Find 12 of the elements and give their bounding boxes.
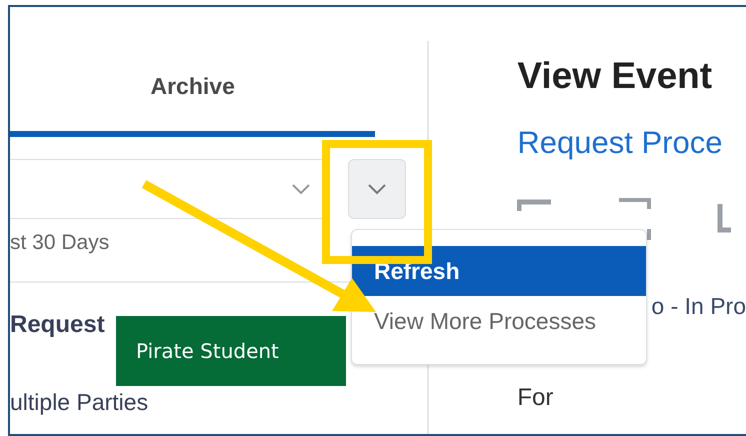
menu-item[interactable]: View More Processes: [352, 296, 646, 346]
process-link[interactable]: Request Proce: [517, 125, 746, 161]
tab[interactable]: Archive: [10, 41, 376, 137]
chevron-down-icon: [367, 183, 387, 195]
menu-item[interactable]: Refresh: [352, 246, 646, 296]
status-text: o - In Pro: [651, 293, 746, 320]
page-title: View Event: [517, 55, 714, 97]
annotation-label: Pirate Student: [116, 316, 346, 386]
chevron-down-icon: [291, 183, 311, 195]
section-heading: For: [517, 384, 554, 412]
menu-toggle-button[interactable]: [348, 159, 406, 219]
list-item-subtitle: ultiple Parties: [10, 389, 150, 416]
